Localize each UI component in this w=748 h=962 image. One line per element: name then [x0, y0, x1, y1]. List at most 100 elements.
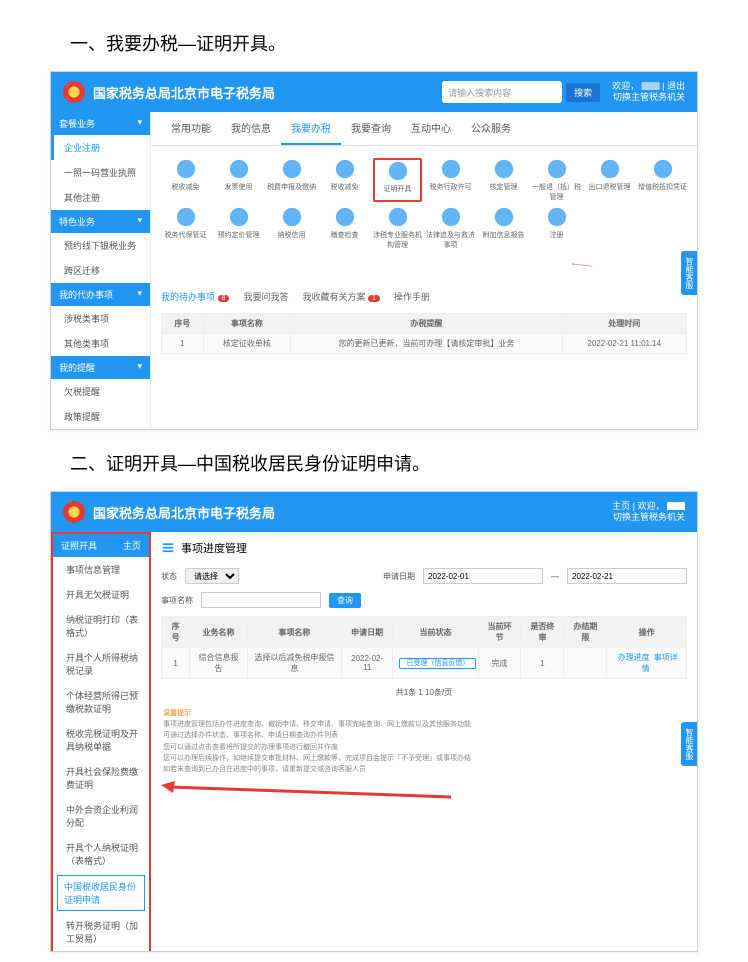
tab[interactable]: 我要查询 — [341, 112, 401, 145]
date-from-input[interactable] — [423, 568, 543, 584]
sidebar-item[interactable]: 税收完税证明及开具纳税单据 — [53, 721, 149, 759]
red-arrow-icon — [572, 254, 594, 276]
status-badge: 已受理（信息反馈） — [399, 658, 476, 669]
svc-icon-0[interactable]: 税收减免 — [161, 158, 210, 202]
sidebar-item[interactable]: 开具个人纳税证明（表格式） — [53, 835, 149, 873]
subtab[interactable]: 我收藏有关方案 1 — [302, 290, 379, 303]
progress-table: 序号 业务名称 事项名称 申请日期 当前状态 当前环节 是否终审 办结期限 操作… — [161, 616, 687, 679]
search-input[interactable]: 请输入搜索内容 — [442, 81, 562, 103]
sidebar-item[interactable]: 纳税证明打印（表格式） — [53, 607, 149, 645]
table-row[interactable]: 1 核定征收单核 您的更新已更新，当前可办理【请核定审批】业务 2022-02-… — [162, 334, 687, 354]
emblem-icon — [63, 81, 85, 103]
todo-table: 序号 事项名称 办税提醒 处理时间 1 核定征收单核 您的更新已更新，当前可办理… — [161, 313, 687, 354]
tab[interactable]: 互动中心 — [401, 112, 461, 145]
sidebar-highlighted: 证照开具主页 事项信息管理 开具无欠税证明 纳税证明打印（表格式） 开具个人所得… — [51, 532, 151, 951]
table-row[interactable]: 1 综合信息报告 选择以后减免税申报信息 2022-02-11 已受理（信息反馈… — [162, 648, 687, 679]
svc-icon-r2-3[interactable]: 法律追及与救济事项 — [426, 206, 475, 250]
svc-icon-1[interactable]: 发票使用 — [214, 158, 263, 202]
sidebar-item[interactable]: 中外合资企业利润分配 — [53, 797, 149, 835]
svc-icon-r2-0[interactable]: 纳税信用 — [267, 206, 316, 250]
subtab[interactable]: 我要问我答 — [243, 290, 288, 303]
filter-row-1: 状态 请选择 申请日期 — — [151, 564, 697, 588]
screenshot-2: 国家税务总局北京市电子税务局 主页 | 欢迎， ▇▇ 切换主管税务机关 证照开具… — [50, 491, 698, 952]
tab-active[interactable]: 我要办税 — [281, 112, 341, 145]
app-title: 国家税务总局北京市电子税务局 — [93, 83, 442, 102]
count-badge: 1 — [368, 295, 380, 302]
svc-icon-r2-5[interactable]: 注册 — [532, 206, 581, 250]
svc-icon-r2-2[interactable]: 涉税专业服务机构管理 — [373, 206, 422, 250]
sidebar-item[interactable]: 开具个人所得税纳税记录 — [53, 645, 149, 683]
search-button[interactable]: 搜索 — [566, 83, 600, 102]
screenshot-1: 国家税务总局北京市电子税务局 请输入搜索内容 搜索 欢迎， ▇▇ | 退出 切换… — [50, 71, 698, 430]
svc-icon-2[interactable]: 税费申报及缴纳 — [267, 158, 316, 202]
sidebar-item[interactable]: 政策提醒 — [51, 404, 150, 429]
pager[interactable]: 共1条 1 10条/页 — [151, 683, 697, 702]
sidebar-item[interactable]: 个体经营所得已预缴税款证明 — [53, 683, 149, 721]
svc-icon-10[interactable]: 税务代保管证 — [161, 206, 210, 250]
item-name-input[interactable] — [201, 592, 321, 608]
tab[interactable]: 公众服务 — [461, 112, 521, 145]
list-icon — [161, 541, 175, 555]
svc-icon-7[interactable]: 一般退（抵）税管理 — [532, 158, 581, 202]
exit-link[interactable]: 退出 — [667, 81, 685, 91]
side-heading-2: 特色业务▾ — [51, 210, 150, 233]
sidebar-item[interactable]: 事项信息管理 — [53, 557, 149, 582]
user-info: 主页 | 欢迎， ▇▇ 切换主管税务机关 — [612, 501, 685, 523]
status-select[interactable]: 请选择 — [185, 568, 239, 584]
topbar: 国家税务总局北京市电子税务局 主页 | 欢迎， ▇▇ 切换主管税务机关 — [51, 492, 697, 532]
date-to-input[interactable] — [567, 568, 687, 584]
main-tabs: 常用功能 我的信息 我要办税 我要查询 互动中心 公众服务 — [151, 112, 697, 146]
step2-heading: 二、证明开具—中国税收居民身份证明申请。 — [70, 450, 698, 476]
sidebar-item[interactable]: 其他类事项 — [51, 331, 150, 356]
main-content: 事项进度管理 状态 请选择 申请日期 — 事项名称 查询 — [151, 532, 697, 951]
svc-icon-5[interactable]: 税务行政许可 — [426, 158, 475, 202]
label: 事项名称 — [161, 595, 193, 606]
subtab-active[interactable]: 我的待办事项 8 — [161, 290, 229, 303]
svc-icon-6[interactable]: 核定管理 — [479, 158, 528, 202]
sidebar-item[interactable]: 其他注册 — [51, 185, 150, 210]
switch-tax-office[interactable]: 切换主管税务机关 — [612, 92, 685, 103]
smart-assistant-tab[interactable]: 智能客服 — [681, 722, 697, 766]
home-link[interactable]: 主页 — [612, 501, 630, 511]
step1-heading: 一、我要办税—证明开具。 — [70, 30, 698, 56]
th: 事项名称 — [203, 314, 291, 334]
home-icon[interactable]: 主页 — [123, 539, 141, 552]
search-button[interactable]: 查询 — [329, 593, 361, 608]
sidebar-item[interactable]: 转开税务证明（加工贸易） — [53, 913, 149, 951]
side-heading-3: 我的代办事项▾ — [51, 283, 150, 306]
svc-icon-3[interactable]: 税收减免 — [320, 158, 369, 202]
sidebar-item[interactable]: 开具无欠税证明 — [53, 582, 149, 607]
svc-icon-8[interactable]: 出口退税管理 — [585, 158, 634, 202]
svc-icon-r2-1[interactable]: 稽查检查 — [320, 206, 369, 250]
info-line: 事项进度管理包括办件进度查询、撤销申请、移交申请、事项完结查询、网上缴款以及其他… — [163, 719, 685, 730]
sidebar-item[interactable]: 企业注册 — [51, 135, 150, 160]
svc-icon-r2-4[interactable]: 附加信息报告 — [479, 206, 528, 250]
subtab[interactable]: 操作手册 — [394, 290, 430, 303]
switch-tax-office[interactable]: 切换主管税务机关 — [612, 512, 685, 523]
svc-icon-certificate-highlighted[interactable]: 证明开具 — [373, 158, 422, 202]
svc-icon-11[interactable]: 预约定价管理 — [214, 206, 263, 250]
tab[interactable]: 我的信息 — [221, 112, 281, 145]
info-line: 如若未查询到已办且在进度中的事项，请重新提交或咨询客服人员 — [163, 764, 685, 775]
sidebar-item[interactable]: 跨区迁移 — [51, 258, 150, 283]
th: 办税提醒 — [291, 314, 562, 334]
content-title: 事项进度管理 — [151, 532, 697, 564]
sidebar-item-china-tax-resident-cert[interactable]: 中国税收居民身份证明申请 — [57, 875, 145, 911]
sidebar-item[interactable]: 一照一码营业执照 — [51, 160, 150, 185]
info-block: 温馨提示 事项进度管理包括办件进度查询、撤销申请、移交申请、事项完结查询、网上缴… — [151, 702, 697, 781]
info-line: 您可以办理后续操作，如继续提交审批材料、网上缴款等，完成项目会提示「不予受理」或… — [163, 753, 685, 764]
sidebar-item[interactable]: 欠税提醒 — [51, 379, 150, 404]
sidebar-item[interactable]: 开具社会保险费缴费证明 — [53, 759, 149, 797]
sidebar-item[interactable]: 预约线下银税业务 — [51, 233, 150, 258]
smart-assistant-tab[interactable]: 智能客服 — [681, 251, 697, 295]
main-content: 常用功能 我的信息 我要办税 我要查询 互动中心 公众服务 税收减免 发票使用 … — [151, 112, 697, 429]
label: 状态 — [161, 571, 177, 582]
side-heading-1: 套餐业务▾ — [51, 112, 150, 135]
side-heading-4: 我的提醒▾ — [51, 356, 150, 379]
progress-link[interactable]: 办理进度 — [618, 653, 650, 662]
info-heading: 温馨提示 — [163, 708, 685, 719]
svc-icon-9[interactable]: 增值税抵扣凭证 — [638, 158, 687, 202]
th: 处理时间 — [562, 314, 687, 334]
sidebar-item[interactable]: 涉税类事项 — [51, 306, 150, 331]
tab[interactable]: 常用功能 — [161, 112, 221, 145]
